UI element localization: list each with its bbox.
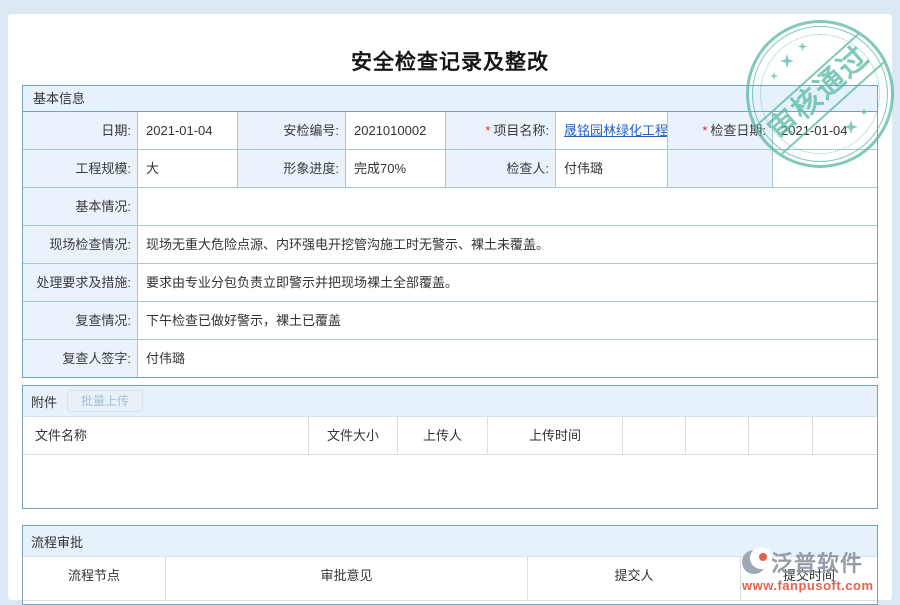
column-header-file-size: 文件大小 bbox=[308, 417, 397, 455]
approval-title: 流程审批 bbox=[31, 532, 83, 551]
table-row: 工程规模: 大 形象进度: 完成70% 检查人: 付伟璐 bbox=[23, 149, 877, 187]
attachments-empty-body bbox=[23, 455, 877, 508]
reviewer-signature-label: 复查人签字: bbox=[23, 340, 137, 377]
basic-info-section-header: 基本信息 bbox=[23, 86, 877, 112]
attachments-section: 附件 批量上传 文件名称 文件大小 上传人 上传时间 bbox=[22, 385, 878, 509]
vendor-watermark: 泛普软件 www.fanpusoft.com bbox=[742, 546, 874, 593]
inspector-label: 检查人: bbox=[445, 150, 555, 187]
measures-value: 要求由专业分包负责立即警示并把现场裸土全部覆盖。 bbox=[137, 264, 877, 301]
table-row: 复查情况: 下午检查已做好警示，裸土已覆盖 bbox=[23, 301, 877, 339]
review-label: 复查情况: bbox=[23, 302, 137, 339]
inspection-no-label: 安检编号: bbox=[237, 112, 345, 149]
basic-info-table: 基本信息 日期: 2021-01-04 安检编号: 2021010002 *项目… bbox=[22, 85, 878, 378]
table-row: 日期: 2021-01-04 安检编号: 2021010002 *项目名称: 晟… bbox=[23, 112, 877, 149]
date-value: 2021-01-04 bbox=[137, 112, 237, 149]
column-header-file-name: 文件名称 bbox=[23, 417, 308, 455]
project-link[interactable]: 晟铭园林绿化工程 bbox=[564, 123, 667, 138]
empty-value-cell bbox=[772, 150, 877, 187]
check-date-label: *检查日期: bbox=[667, 112, 772, 149]
project-scale-value: 大 bbox=[137, 150, 237, 187]
check-date-value: 2021-01-04 bbox=[772, 112, 877, 149]
page-title: 安全检查记录及整改 bbox=[0, 46, 900, 76]
column-header-uploader: 上传人 bbox=[397, 417, 487, 455]
attachments-header-row: 文件名称 文件大小 上传人 上传时间 bbox=[23, 416, 877, 455]
progress-value: 完成70% bbox=[345, 150, 445, 187]
review-value: 下午检查已做好警示，裸土已覆盖 bbox=[137, 302, 877, 339]
vendor-url: www.fanpusoft.com bbox=[742, 578, 874, 593]
date-label: 日期: bbox=[23, 112, 137, 149]
vendor-name: 泛普软件 bbox=[771, 546, 863, 578]
batch-upload-button[interactable]: 批量上传 bbox=[67, 390, 143, 412]
site-check-value: 现场无重大危险点源、内环强电开挖管沟施工时无警示、裸土未覆盖。 bbox=[137, 226, 877, 263]
project-name-value: 晟铭园林绿化工程 bbox=[555, 112, 667, 149]
site-check-label: 现场检查情况: bbox=[23, 226, 137, 263]
basic-situation-label: 基本情况: bbox=[23, 188, 137, 225]
column-header-empty bbox=[748, 417, 812, 455]
inspector-value: 付伟璐 bbox=[555, 150, 667, 187]
table-row: 复查人签字: 付伟璐 bbox=[23, 339, 877, 377]
fanpu-logo-icon bbox=[742, 550, 766, 574]
table-row: 处理要求及措施: 要求由专业分包负责立即警示并把现场裸土全部覆盖。 bbox=[23, 263, 877, 301]
required-asterisk: * bbox=[702, 123, 707, 138]
project-scale-label: 工程规模: bbox=[23, 150, 137, 187]
column-header-empty bbox=[622, 417, 685, 455]
basic-situation-value bbox=[137, 188, 877, 225]
measures-label: 处理要求及措施: bbox=[23, 264, 137, 301]
attachments-header-bar: 附件 批量上传 bbox=[23, 386, 877, 416]
column-header-process-node: 流程节点 bbox=[23, 557, 165, 601]
table-row: 现场检查情况: 现场无重大危险点源、内环强电开挖管沟施工时无警示、裸土未覆盖。 bbox=[23, 225, 877, 263]
progress-label: 形象进度: bbox=[237, 150, 345, 187]
inspection-no-value: 2021010002 bbox=[345, 112, 445, 149]
table-row: 基本情况: bbox=[23, 187, 877, 225]
column-header-approval-opinion: 审批意见 bbox=[165, 557, 527, 601]
empty-label-cell bbox=[667, 150, 772, 187]
required-asterisk: * bbox=[485, 123, 490, 138]
column-header-empty bbox=[812, 417, 877, 455]
column-header-empty bbox=[685, 417, 748, 455]
reviewer-signature-value: 付伟璐 bbox=[137, 340, 877, 377]
column-header-upload-time: 上传时间 bbox=[487, 417, 622, 455]
column-header-submitter: 提交人 bbox=[527, 557, 740, 601]
project-name-label: *项目名称: bbox=[445, 112, 555, 149]
attachments-title: 附件 bbox=[31, 392, 57, 411]
